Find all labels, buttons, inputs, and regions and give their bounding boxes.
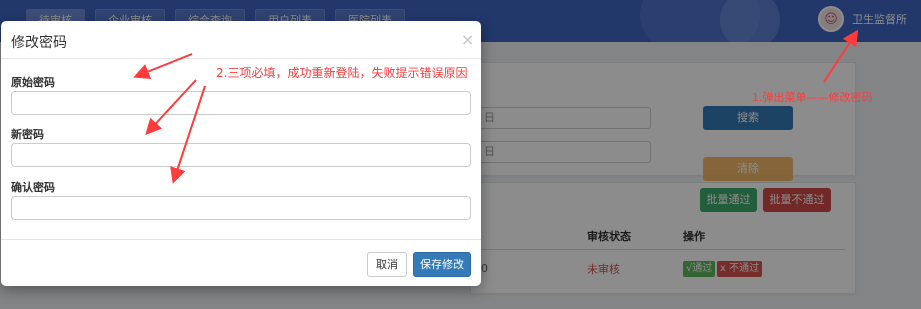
annotation-arrow xyxy=(823,29,859,83)
annotation-note-menu: 1.弹出菜单——修改密码 xyxy=(752,91,873,104)
annotation-note-fields: 2.三项必填，成功重新登陆，失败提示错误原因 xyxy=(216,66,468,80)
annotation-arrow xyxy=(145,79,197,135)
annotation-arrow xyxy=(133,53,193,79)
annotation-arrows xyxy=(133,29,859,184)
